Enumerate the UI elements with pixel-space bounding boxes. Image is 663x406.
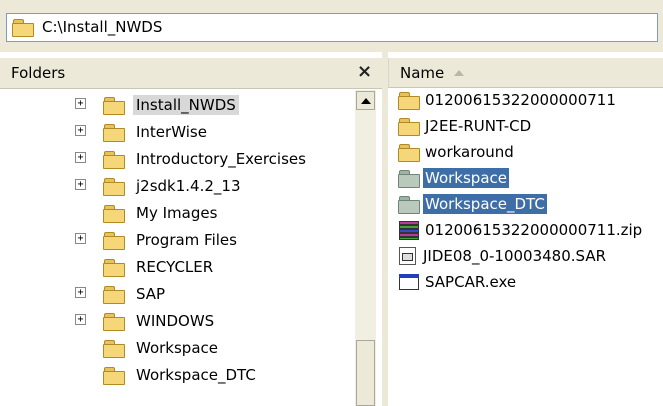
- column-header-name[interactable]: Name: [388, 58, 663, 88]
- folder-icon: [12, 19, 34, 37]
- tree-item-my-images[interactable]: My Images: [103, 202, 220, 224]
- file-item-label: Workspace_DTC: [423, 194, 547, 214]
- exe-application-icon: [398, 272, 420, 292]
- folder-icon: [103, 339, 125, 358]
- tree-item-windows[interactable]: + WINDOWS: [75, 310, 217, 332]
- tree-item-workspace-dtc[interactable]: Workspace_DTC: [103, 364, 259, 386]
- tree-item-label: Workspace_DTC: [136, 366, 256, 384]
- tree-item-program-files[interactable]: + Program Files: [75, 229, 240, 251]
- folder-icon: [103, 177, 125, 196]
- file-item-selected[interactable]: Workspace_DTC: [398, 192, 547, 216]
- tree-item-j2sdk[interactable]: + j2sdk1.4.2_13: [75, 175, 244, 197]
- folder-icon: [103, 231, 125, 250]
- file-item-label: 01200615322000000711.zip: [425, 221, 643, 239]
- expand-icon[interactable]: +: [75, 314, 86, 325]
- file-item-label: JIDE08_0-10003480.SAR: [423, 247, 607, 265]
- tree-item-recycler[interactable]: RECYCLER: [103, 256, 216, 278]
- sar-file-icon: [398, 246, 418, 266]
- file-item[interactable]: SAPCAR.exe: [398, 270, 518, 294]
- column-header-label: Name: [400, 64, 445, 82]
- tree-item-label: InterWise: [136, 123, 207, 141]
- expand-icon[interactable]: +: [75, 98, 86, 109]
- tree-item-workspace[interactable]: Workspace: [103, 337, 221, 359]
- expand-icon[interactable]: +: [75, 125, 86, 136]
- expand-icon[interactable]: +: [75, 152, 86, 163]
- tree-item-introductory-exercises[interactable]: + Introductory_Exercises: [75, 148, 309, 170]
- file-item-label: 01200615322000000711: [425, 91, 616, 109]
- folder-icon: [398, 91, 420, 110]
- sort-ascending-icon: [454, 70, 464, 76]
- folder-gray-icon: [398, 195, 420, 214]
- address-bar: C:\Install_NWDS: [0, 0, 663, 52]
- address-path: C:\Install_NWDS: [42, 18, 163, 36]
- tree-item-sap[interactable]: + SAP: [75, 283, 168, 305]
- file-item-selected[interactable]: Workspace: [398, 166, 509, 190]
- file-item[interactable]: JIDE08_0-10003480.SAR: [398, 244, 608, 268]
- tree-item-label: My Images: [136, 204, 218, 222]
- file-item[interactable]: workaround: [398, 140, 516, 164]
- folder-gray-icon: [398, 169, 420, 188]
- file-item-label: SAPCAR.exe: [425, 273, 517, 291]
- folder-icon: [103, 366, 125, 385]
- scroll-up-icon[interactable]: [356, 91, 375, 110]
- file-item-label: J2EE-RUNT-CD: [425, 117, 532, 135]
- folder-icon: [103, 150, 125, 169]
- vertical-scrollbar[interactable]: [355, 90, 376, 406]
- folder-icon: [398, 143, 420, 162]
- tree-item-label: RECYCLER: [136, 258, 214, 276]
- file-item[interactable]: 01200615322000000711: [398, 88, 618, 112]
- tree-item-label: Workspace: [136, 339, 218, 357]
- tree-item-interwise[interactable]: + InterWise: [75, 121, 210, 143]
- folder-icon: [103, 285, 125, 304]
- folder-icon: [103, 258, 125, 277]
- zip-archive-icon: [398, 220, 420, 240]
- folders-pane-title: Folders: [11, 64, 66, 82]
- tree-item-label: WINDOWS: [136, 312, 215, 330]
- files-pane: Name 01200615322000000711 J2EE-RUNT-CD w…: [388, 58, 663, 406]
- tree-item-install-nwds[interactable]: + Install_NWDS: [75, 94, 239, 116]
- tree-item-label: Program Files: [136, 231, 237, 249]
- folder-icon: [103, 96, 125, 115]
- folder-icon: [103, 312, 125, 331]
- file-item[interactable]: J2EE-RUNT-CD: [398, 114, 533, 138]
- tree-item-label: j2sdk1.4.2_13: [136, 177, 241, 195]
- address-field[interactable]: C:\Install_NWDS: [6, 13, 658, 42]
- folder-icon: [103, 204, 125, 223]
- expand-icon[interactable]: +: [75, 233, 86, 244]
- folder-icon: [398, 117, 420, 136]
- tree-item-label: Install_NWDS: [133, 95, 239, 115]
- folder-icon: [103, 123, 125, 142]
- close-icon[interactable]: ×: [357, 61, 372, 82]
- tree-item-label: SAP: [136, 285, 166, 303]
- expand-icon[interactable]: +: [75, 287, 86, 298]
- file-item[interactable]: 01200615322000000711.zip: [398, 218, 644, 242]
- scrollbar-thumb[interactable]: [356, 340, 375, 406]
- file-item-label: Workspace: [423, 168, 509, 188]
- folders-pane-header: Folders ×: [0, 58, 382, 89]
- tree-item-label: Introductory_Exercises: [136, 150, 306, 168]
- file-item-label: workaround: [425, 143, 514, 161]
- folders-pane: Folders × + Install_NWDS + InterWise + I…: [0, 58, 382, 406]
- expand-icon[interactable]: +: [75, 179, 86, 190]
